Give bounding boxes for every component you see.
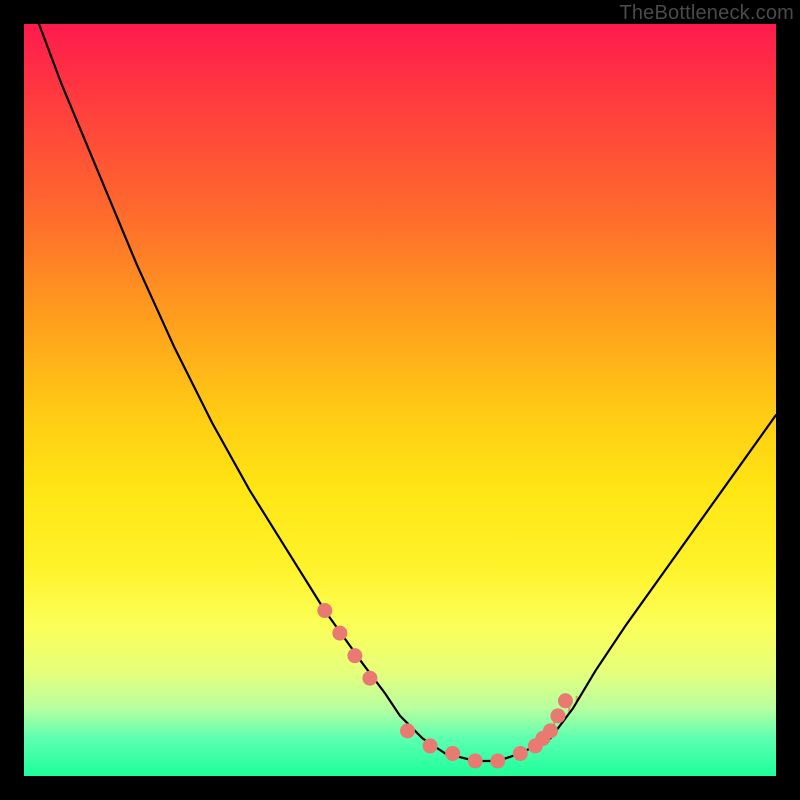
highlight-dot bbox=[347, 648, 362, 663]
highlight-dot bbox=[513, 746, 528, 761]
highlight-dot bbox=[423, 738, 438, 753]
highlight-dot bbox=[468, 753, 483, 768]
bottleneck-curve bbox=[39, 24, 776, 761]
highlight-dot bbox=[445, 746, 460, 761]
markers-group bbox=[317, 603, 573, 768]
highlight-dot bbox=[550, 708, 565, 723]
highlight-dot bbox=[400, 723, 415, 738]
highlight-dot bbox=[362, 671, 377, 686]
highlight-dot bbox=[543, 723, 558, 738]
chart-frame: TheBottleneck.com bbox=[0, 0, 800, 800]
highlight-dot bbox=[558, 693, 573, 708]
chart-svg bbox=[24, 24, 776, 776]
plot-area bbox=[24, 24, 776, 776]
watermark-text: TheBottleneck.com bbox=[619, 2, 794, 25]
highlight-dot bbox=[317, 603, 332, 618]
highlight-dot bbox=[332, 626, 347, 641]
highlight-dot bbox=[490, 753, 505, 768]
